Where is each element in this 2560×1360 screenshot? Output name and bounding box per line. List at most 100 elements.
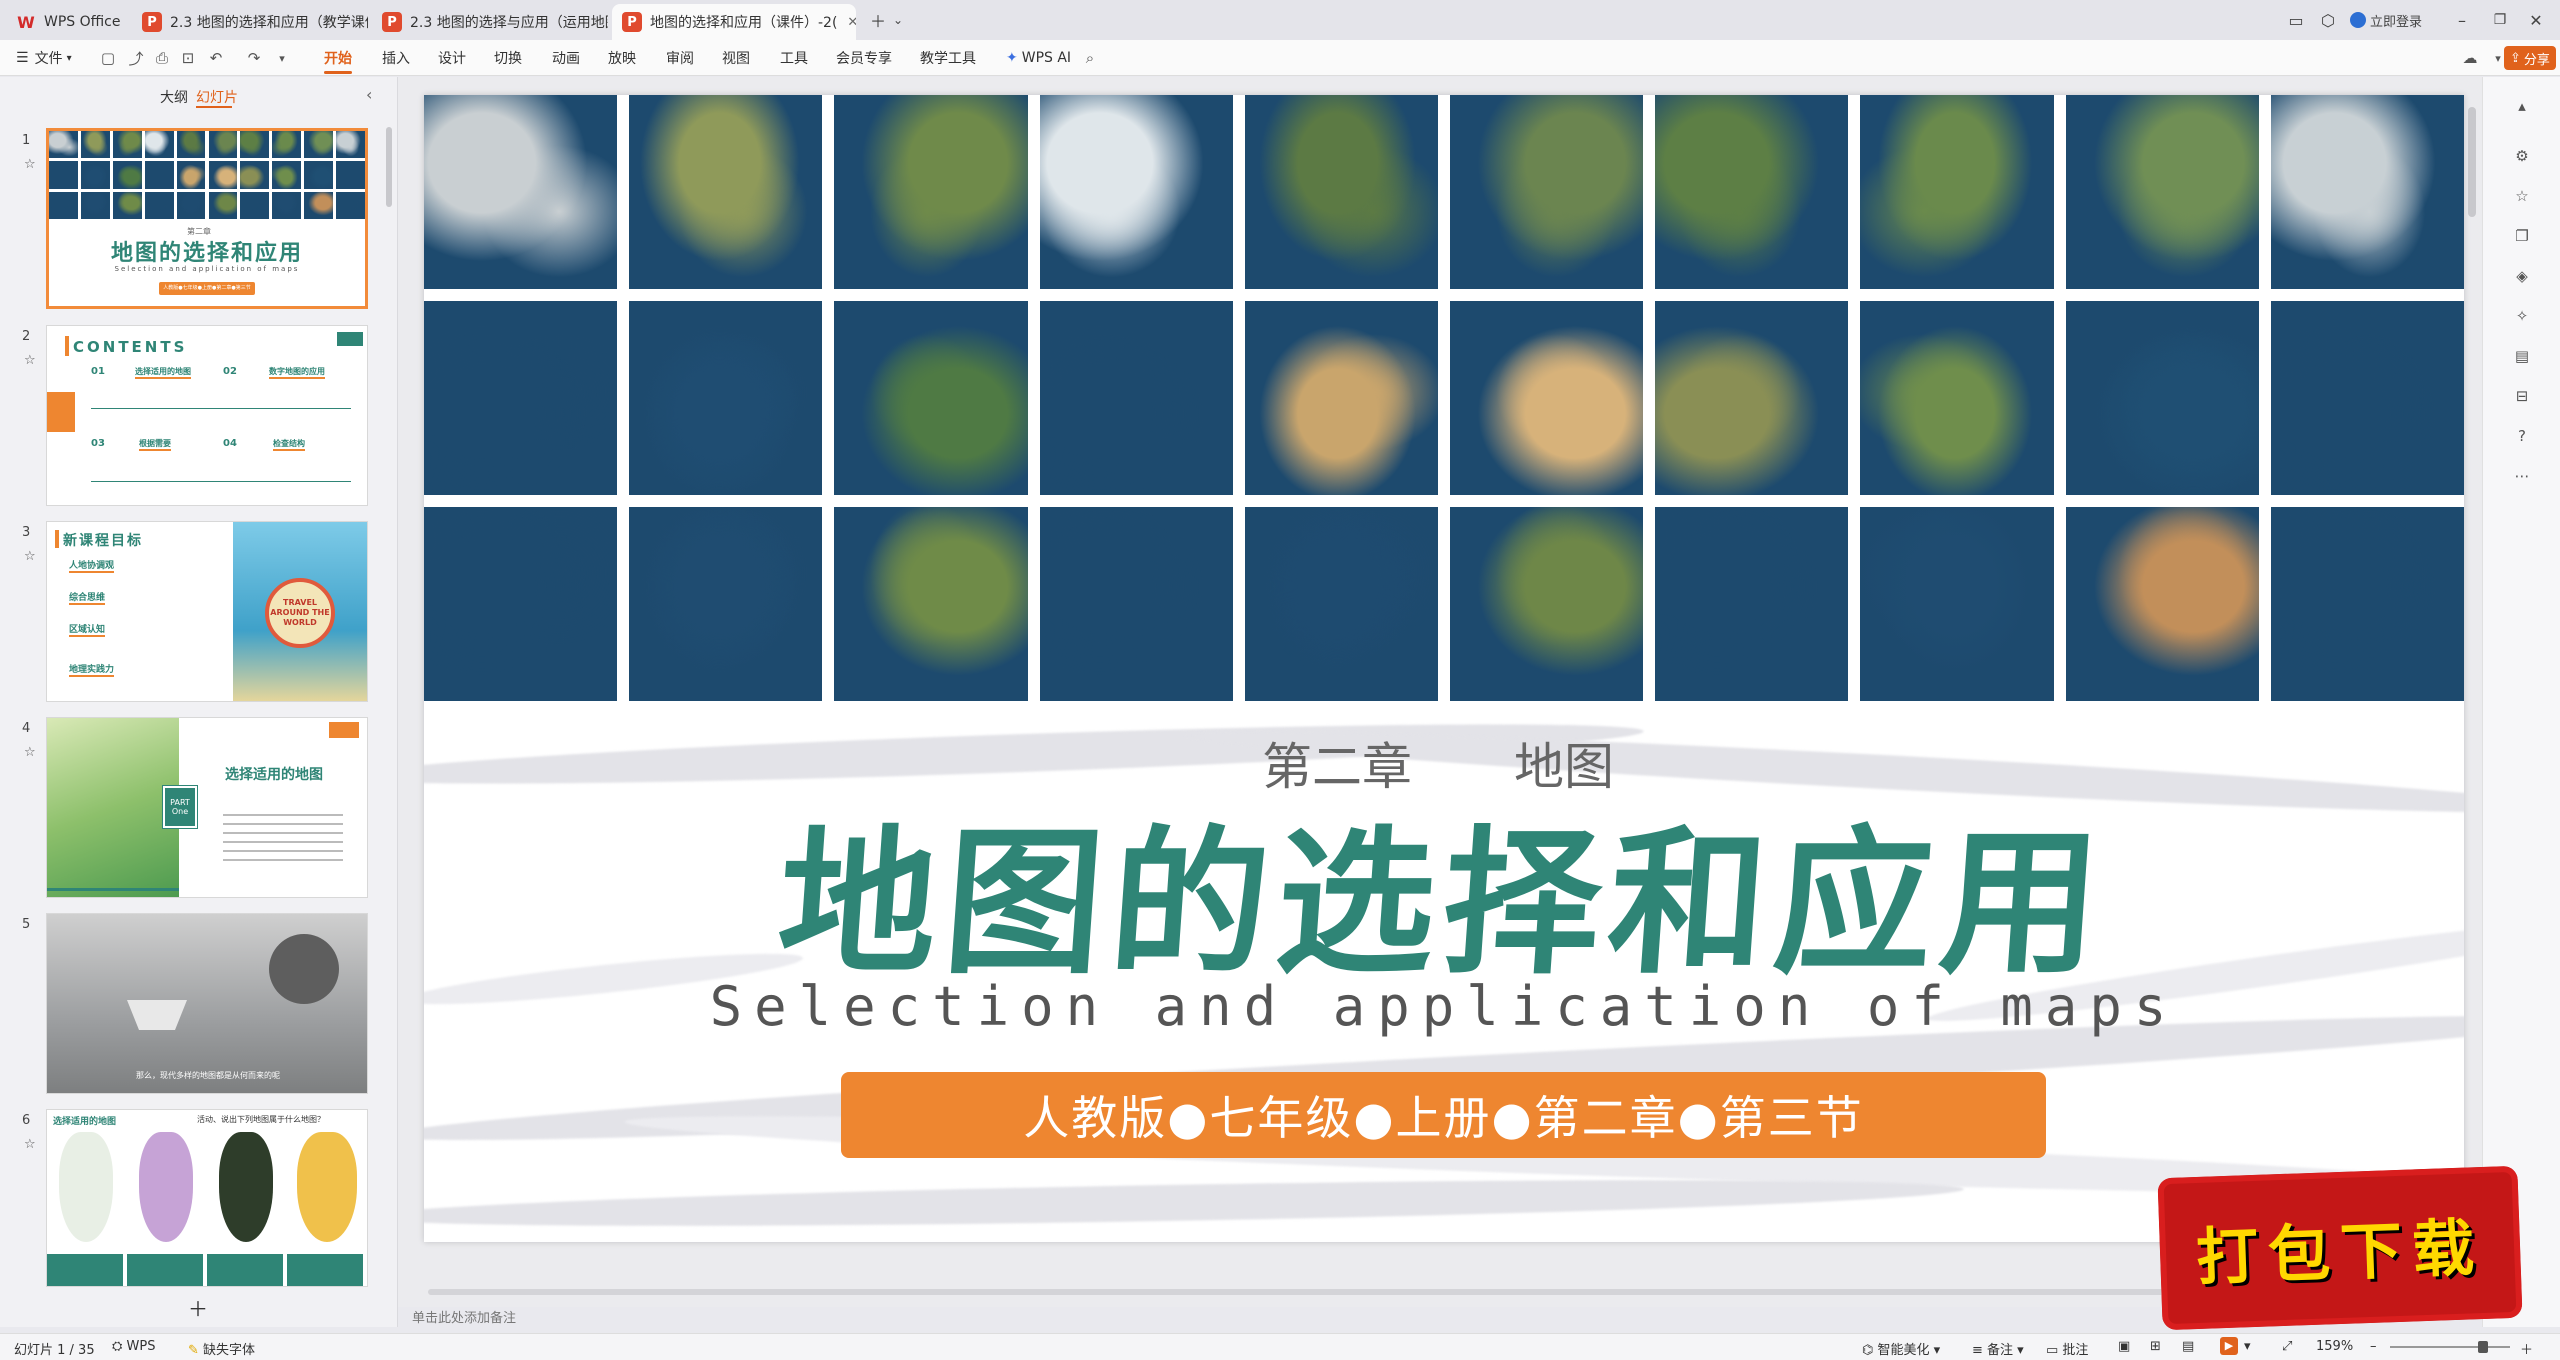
tab-member[interactable]: 会员专享 xyxy=(836,40,892,76)
normal-view-icon[interactable]: ▣ xyxy=(2118,1339,2130,1354)
slide-thumbnail-4[interactable]: PART One 选择适用的地图 xyxy=(46,717,368,898)
file-menu[interactable]: ☰ 文件 ▾ xyxy=(16,40,72,76)
thumb-subtitle: Selection and application of maps xyxy=(114,265,300,273)
search-icon[interactable]: ⌕ xyxy=(1080,48,1100,68)
star-icon[interactable]: ☆ xyxy=(24,1137,36,1152)
more-icon[interactable]: ⋯ xyxy=(2513,467,2531,485)
notes-button[interactable]: ≡ 备注 ▾ xyxy=(1972,1339,2024,1358)
tab-slideshow[interactable]: 放映 xyxy=(608,40,636,76)
missing-font-label: 缺失字体 xyxy=(203,1343,256,1358)
login-button[interactable]: 立即登录 xyxy=(2350,6,2450,34)
slide-thumbnail-5[interactable]: 那么，现代多样的地图都是从何而来的呢 xyxy=(46,913,368,1094)
vertical-scrollbar[interactable] xyxy=(2468,107,2476,217)
restore-icon[interactable]: ❐ xyxy=(2486,6,2514,34)
zoom-slider-handle[interactable] xyxy=(2478,1341,2488,1353)
tab-insert[interactable]: 插入 xyxy=(382,40,410,76)
missing-font-indicator[interactable]: ✎ 缺失字体 xyxy=(188,1339,255,1358)
book-icon[interactable]: ▤ xyxy=(2513,347,2531,365)
zoom-level[interactable]: 159% xyxy=(2316,1339,2353,1354)
fit-window-icon[interactable]: ⤢ xyxy=(2282,1339,2292,1354)
tab-tools[interactable]: 工具 xyxy=(780,40,808,76)
play-slideshow-icon[interactable]: ▶ xyxy=(2220,1337,2238,1355)
star-icon[interactable]: ☆ xyxy=(2513,187,2531,205)
share-button[interactable]: ⇪ 分享 xyxy=(2504,46,2556,70)
star-icon[interactable]: ☆ xyxy=(24,745,36,760)
theme-indicator[interactable]: ⛭ WPS xyxy=(112,1339,156,1354)
star-icon[interactable]: ☆ xyxy=(24,353,36,368)
tab-review[interactable]: 审阅 xyxy=(666,40,694,76)
slide-subtitle: Selection and application of maps xyxy=(709,975,2179,1038)
zoom-out-icon[interactable]: – xyxy=(2370,1339,2377,1354)
cloud-sync-icon[interactable]: ☁ xyxy=(2460,48,2480,68)
map-tile xyxy=(144,161,174,189)
zoom-in-icon[interactable]: ＋ xyxy=(2520,1339,2533,1358)
thumb-num: 01 xyxy=(91,366,105,377)
help-icon[interactable]: ? xyxy=(2513,427,2531,445)
thumb-item: 区域认知 xyxy=(69,622,106,637)
comments-button[interactable]: ▭ 批注 xyxy=(2046,1339,2088,1358)
chevron-down-icon[interactable]: ▾ xyxy=(2244,1339,2251,1354)
globe-photo xyxy=(269,934,339,1004)
add-slide-icon[interactable]: ＋ xyxy=(188,1293,208,1322)
tab-document-2[interactable]: P 2.3 地图的选择与应用（运用地图— xyxy=(372,4,608,40)
tab-outline[interactable]: 大纲 xyxy=(160,87,188,107)
collapse-panel-icon[interactable]: ‹ xyxy=(366,85,372,104)
wps-ai-button[interactable]: ✦ WPS AI xyxy=(1006,40,1071,76)
tab-slides[interactable]: 幻灯片 xyxy=(196,87,238,107)
tab-label: 2.3 地图的选择和应用（教学课件）- xyxy=(170,15,368,31)
slide-title: 地图的选择和应用 xyxy=(772,812,2114,996)
redo-icon[interactable]: ↷ xyxy=(244,48,264,68)
slide-thumbnail-1[interactable]: 第二章 地图的选择和应用 Selection and application o… xyxy=(46,128,368,309)
star-icon[interactable]: ☆ xyxy=(24,157,36,172)
adjust-icon[interactable]: ⚙ xyxy=(2513,147,2531,165)
copy-icon[interactable]: ❐ xyxy=(2513,227,2531,245)
travel-badge: TRAVEL AROUND THE WORLD xyxy=(270,598,330,627)
preview-icon[interactable]: ⊡ xyxy=(178,48,198,68)
thumb-caption: 那么，现代多样的地图都是从何而来的呢 xyxy=(136,1071,280,1080)
divider-lines xyxy=(91,481,351,482)
slide-1[interactable]: 第二章 地图 地图的选择和应用 Selection and applicatio… xyxy=(424,95,2464,1242)
magic-icon[interactable]: ✧ xyxy=(2513,307,2531,325)
minimize-icon[interactable]: – xyxy=(2448,6,2476,34)
window-layout-icon[interactable]: ▭ xyxy=(2284,6,2308,34)
close-tab-icon[interactable]: ✕ xyxy=(837,15,856,30)
tab-wps-home[interactable]: W WPS Office xyxy=(6,4,130,40)
tab-design[interactable]: 设计 xyxy=(438,40,466,76)
thumb-num: 02 xyxy=(223,366,237,377)
theme-icon[interactable]: ◈ xyxy=(2513,267,2531,285)
export-icon[interactable]: ⤴ xyxy=(126,48,146,68)
save-icon[interactable]: ▢ xyxy=(98,48,118,68)
zoom-slider[interactable] xyxy=(2390,1346,2510,1348)
slide-thumbnail-6[interactable]: 选择适用的地图 活动、说出下列地图属于什么地图？ xyxy=(46,1109,368,1287)
horizontal-scrollbar[interactable] xyxy=(428,1289,2228,1295)
slide-thumbnail-panel: 大纲 幻灯片 ‹ 1 ☆ 第二章 地图的选择和应用 Selection and … xyxy=(0,77,398,1327)
tab-home[interactable]: 开始 xyxy=(324,40,352,76)
sidebar-scrollbar[interactable] xyxy=(386,127,392,207)
slide-thumbnail-2[interactable]: CONTENTS 01 选择适用的地图 02 数字地图的应用 03 根据需要 0… xyxy=(46,325,368,506)
undo-icon[interactable]: ↶ xyxy=(206,48,226,68)
reading-view-icon[interactable]: ▤ xyxy=(2182,1339,2194,1354)
tab-transition[interactable]: 切换 xyxy=(494,40,522,76)
slide-thumbnail-3[interactable]: 新课程目标 人地协调观 综合思维 区域认知 地理实践力 TRAVEL AROUN… xyxy=(46,521,368,702)
right-tool-panel: ▴ ⚙ ☆ ❐ ◈ ✧ ▤ ⊟ ? ⋯ xyxy=(2482,77,2560,1327)
grid-view-icon[interactable]: ⊞ xyxy=(2150,1339,2161,1354)
star-icon[interactable]: ☆ xyxy=(24,549,36,564)
chevron-down-icon[interactable]: ⌄ xyxy=(888,6,908,34)
cube-icon[interactable]: ⬡ xyxy=(2316,6,2340,34)
chevron-down-icon[interactable]: ▾ xyxy=(272,48,292,68)
stamp-icon[interactable]: ⊟ xyxy=(2513,387,2531,405)
tab-animation[interactable]: 动画 xyxy=(552,40,580,76)
tab-document-1[interactable]: P 2.3 地图的选择和应用（教学课件）- xyxy=(132,4,368,40)
thumb-title: CONTENTS xyxy=(73,338,188,356)
map-tile xyxy=(272,191,302,219)
print-icon[interactable]: ⎙ xyxy=(152,48,172,68)
download-badge[interactable]: 打包下载 xyxy=(2157,1165,2523,1331)
tab-document-3-active[interactable]: P 地图的选择和应用（课件）-2( ✕ xyxy=(612,4,856,40)
comments-label: 批注 xyxy=(2062,1343,2089,1358)
collapse-icon[interactable]: ▴ xyxy=(2513,97,2531,115)
smart-beautify-button[interactable]: ⌬ 智能美化 ▾ xyxy=(1862,1339,1940,1358)
tab-view[interactable]: 视图 xyxy=(722,40,750,76)
close-window-icon[interactable]: ✕ xyxy=(2522,6,2550,34)
tab-teaching-tools[interactable]: 教学工具 xyxy=(920,40,976,76)
map-tile xyxy=(629,301,823,495)
